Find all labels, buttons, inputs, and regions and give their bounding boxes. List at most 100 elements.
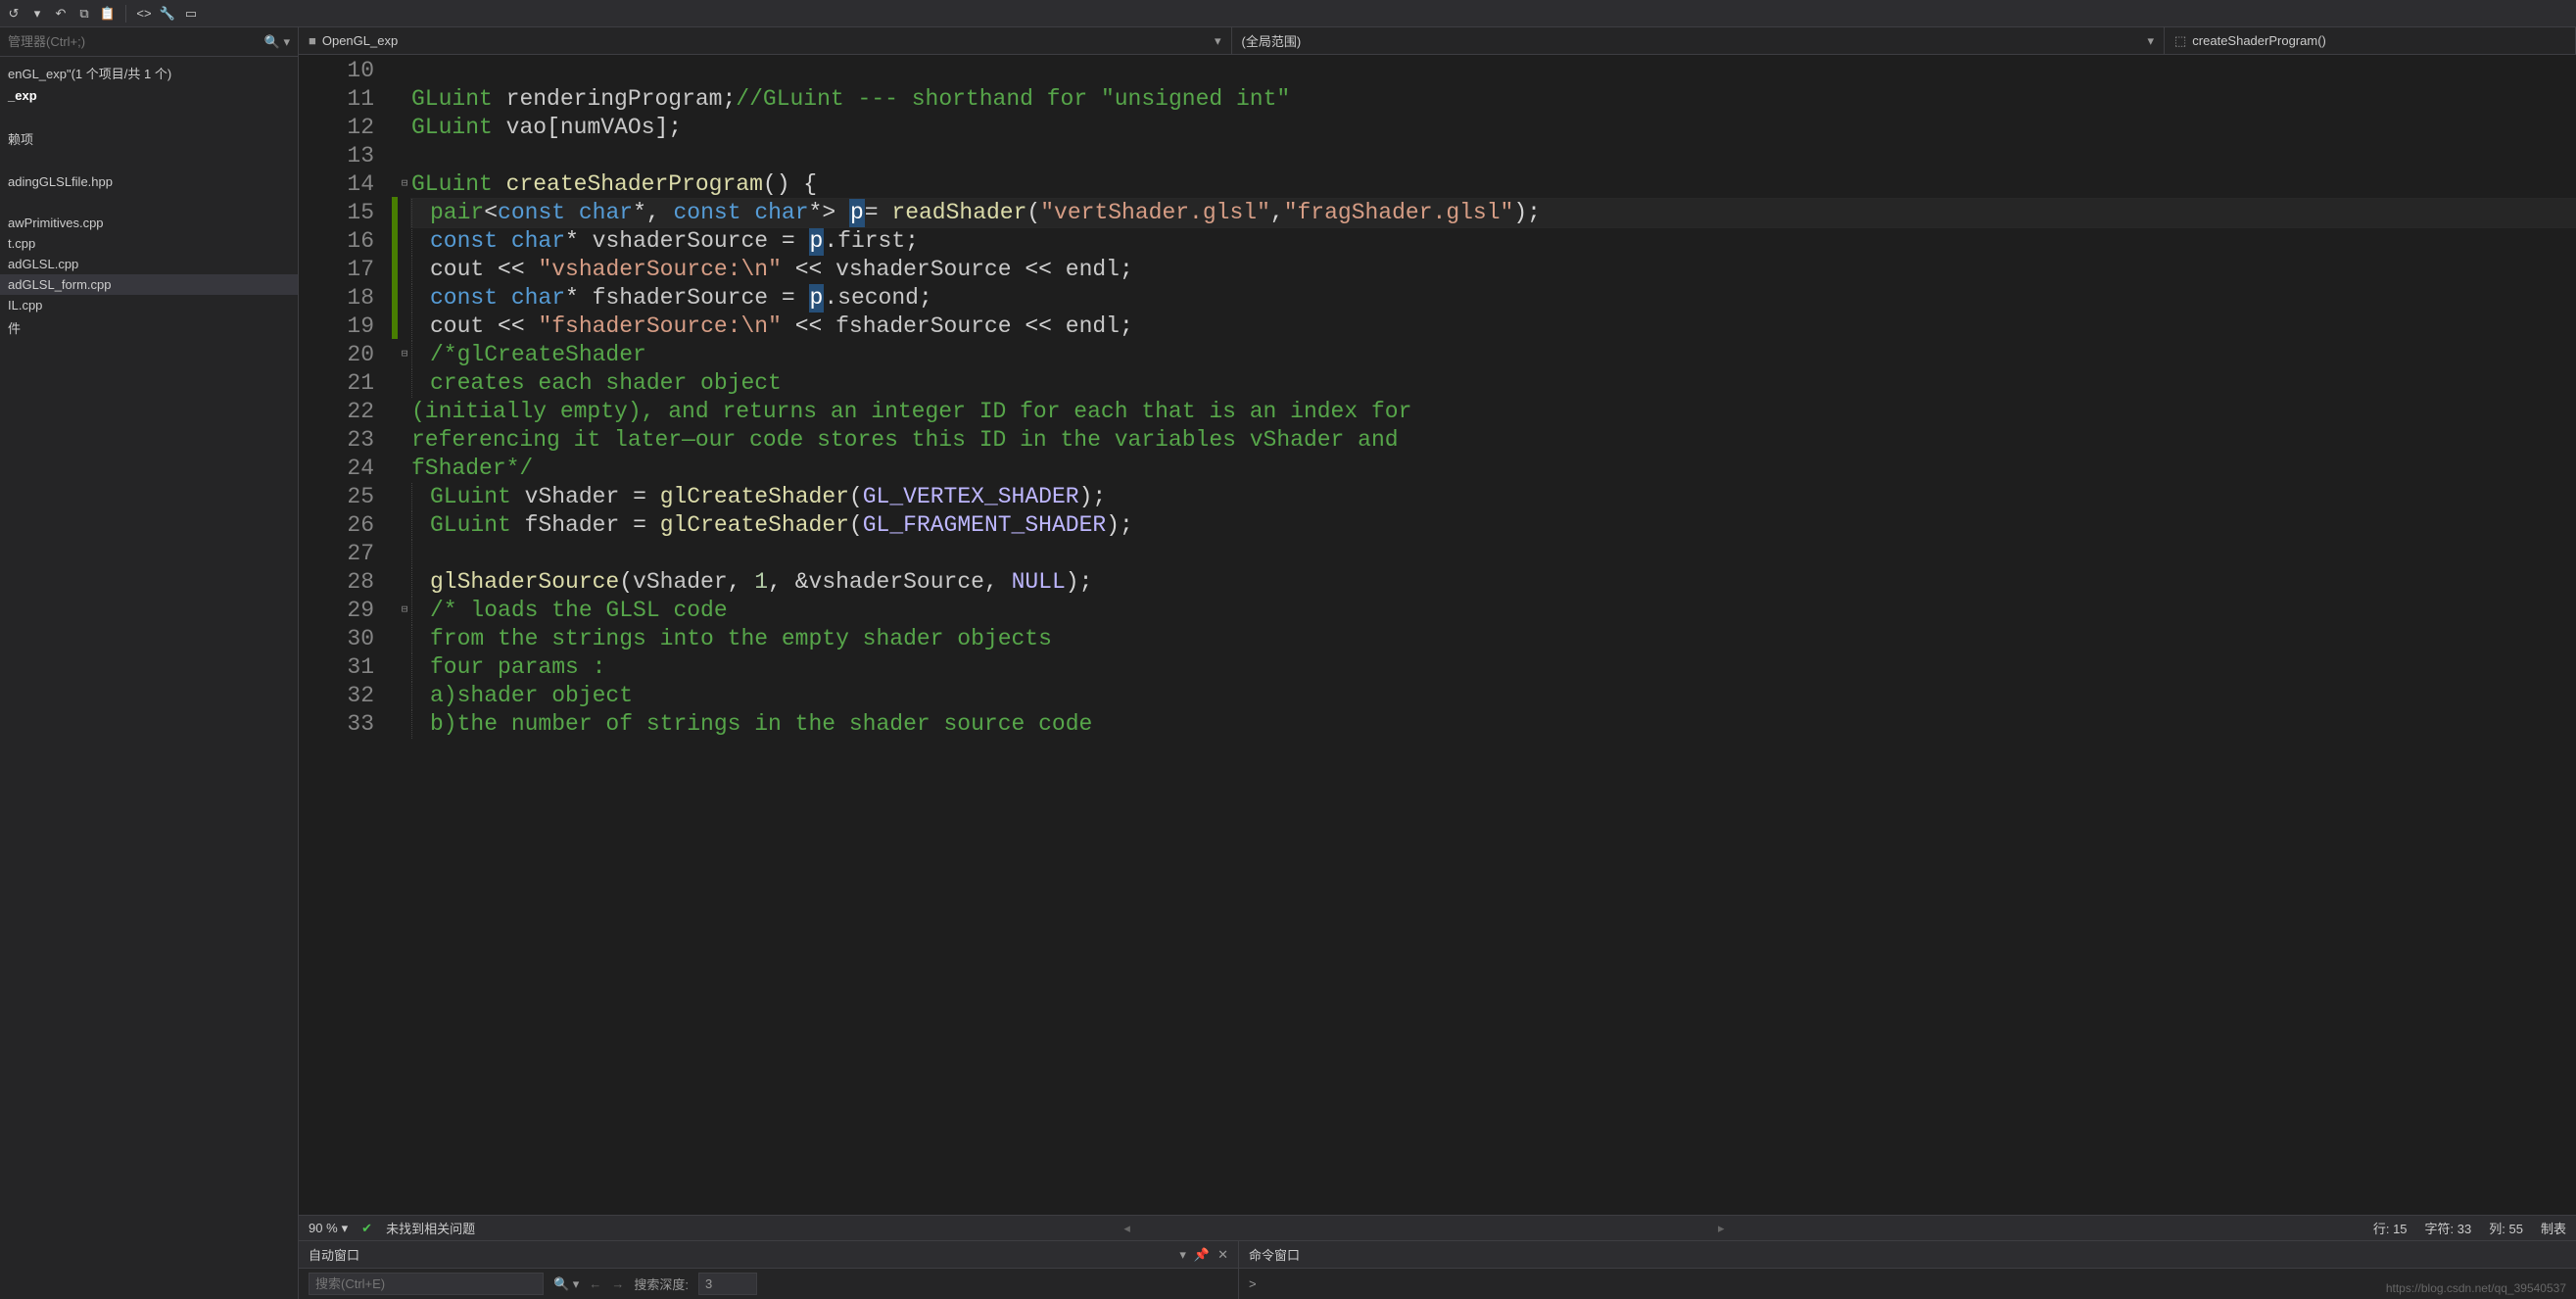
code-line[interactable]: glShaderSource(vShader, 1, &vshaderSourc… <box>411 568 2576 597</box>
code-line[interactable]: fShader*/ <box>411 455 2576 483</box>
tree-item[interactable] <box>0 106 298 126</box>
zoom-control[interactable]: 90 % ▾ <box>309 1221 348 1236</box>
fold-toggle <box>398 313 411 341</box>
autos-panel-title: 自动窗口 <box>309 1245 1171 1264</box>
code-line[interactable]: (initially empty), and returns an intege… <box>411 398 2576 426</box>
wrench-icon[interactable]: 🔧 <box>160 6 175 22</box>
depth-input[interactable] <box>698 1273 757 1295</box>
tree-item[interactable] <box>0 192 298 213</box>
pin-icon[interactable]: 📌 <box>1194 1247 1210 1263</box>
undo-icon[interactable]: ↶ <box>53 6 69 22</box>
dropdown-icon[interactable]: ▾ <box>29 6 45 22</box>
code-line[interactable]: GLuint vShader = glCreateShader(GL_VERTE… <box>411 483 2576 511</box>
nav-scope-dropdown[interactable]: (全局范围) ▾ <box>1232 27 2166 54</box>
tree-item[interactable]: adGLSL.cpp <box>0 254 298 274</box>
code-line[interactable]: GLuint fShader = glCreateShader(GL_FRAGM… <box>411 511 2576 540</box>
close-icon[interactable]: ✕ <box>1217 1247 1228 1263</box>
tree-item[interactable] <box>0 151 298 171</box>
fold-toggle[interactable]: ⊟ <box>398 170 411 199</box>
code-line[interactable]: GLuint vao[numVAOs]; <box>411 114 2576 142</box>
status-issues-label: 未找到相关问题 <box>386 1219 475 1237</box>
code-line[interactable] <box>411 540 2576 568</box>
fold-toggle[interactable]: ⊟ <box>398 597 411 625</box>
autos-panel-header: 自动窗口 ▾ 📌 ✕ <box>299 1241 1238 1269</box>
search-icon[interactable]: 🔍 ▾ <box>264 34 290 50</box>
code-line[interactable]: GLuint createShaderProgram() { <box>411 170 2576 199</box>
code-editor[interactable]: 1011121314151617181920212223242526272829… <box>299 55 2576 1215</box>
code-line[interactable]: GLuint renderingProgram;//GLuint --- sho… <box>411 85 2576 114</box>
code-line[interactable]: a)shader object <box>411 682 2576 710</box>
tree-item[interactable]: 赖项 <box>0 126 298 151</box>
fold-toggle <box>398 57 411 85</box>
editor-status-bar: 90 % ▾ ✔ 未找到相关问题 ◂▸ 行: 15 字符: 33 列: 55 制… <box>299 1215 2576 1240</box>
fold-toggle <box>398 568 411 597</box>
fold-toggle <box>398 426 411 455</box>
code-line[interactable]: pair<const char*, const char*> p= readSh… <box>411 199 2576 227</box>
search-icon[interactable]: 🔍 ▾ <box>553 1276 579 1292</box>
code-line[interactable]: cout << "vshaderSource:\n" << vshaderSou… <box>411 256 2576 284</box>
code-icon[interactable]: <> <box>136 6 152 22</box>
code-content[interactable]: GLuint renderingProgram;//GLuint --- sho… <box>411 55 2576 1215</box>
code-line[interactable] <box>411 142 2576 170</box>
autos-search-input[interactable] <box>309 1273 544 1295</box>
project-icon: ■ <box>309 33 316 48</box>
nav-forward-icon[interactable]: → <box>611 1276 624 1291</box>
code-line[interactable] <box>411 57 2576 85</box>
fold-toggle <box>398 85 411 114</box>
code-line[interactable]: referencing it later—our code stores thi… <box>411 426 2576 455</box>
fold-toggle <box>398 511 411 540</box>
command-prompt: > <box>1249 1276 1257 1291</box>
chevron-down-icon[interactable]: ▾ <box>1179 1247 1186 1263</box>
code-line[interactable]: b)the number of strings in the shader so… <box>411 710 2576 739</box>
nav-scope-label: (全局范围) <box>1242 31 1302 50</box>
nav-function-dropdown[interactable]: ⬚ createShaderProgram() <box>2165 27 2576 54</box>
fold-toggle[interactable]: ⊟ <box>398 341 411 369</box>
editor-area: ■ OpenGL_exp ▾ (全局范围) ▾ ⬚ createShaderPr… <box>299 27 2576 1299</box>
paste-icon[interactable]: 📋 <box>100 6 116 22</box>
nav-back-icon[interactable]: ← <box>589 1276 601 1291</box>
code-line[interactable]: four params : <box>411 653 2576 682</box>
history-icon[interactable]: ↺ <box>6 6 22 22</box>
zoom-value: 90 % <box>309 1221 338 1235</box>
editor-nav-row: ■ OpenGL_exp ▾ (全局范围) ▾ ⬚ createShaderPr… <box>299 27 2576 55</box>
tree-item[interactable]: enGL_exp"(1 个项目/共 1 个) <box>0 61 298 85</box>
separator <box>125 5 126 23</box>
toolbar: ↺ ▾ ↶ ⧉ 📋 <> 🔧 ▭ <box>0 0 2576 27</box>
solution-explorer: 🔍 ▾ enGL_exp"(1 个项目/共 1 个)_exp 赖项 adingG… <box>0 27 299 1299</box>
code-line[interactable]: /*glCreateShader <box>411 341 2576 369</box>
command-panel-body[interactable]: > <box>1239 1269 2576 1299</box>
command-panel-title: 命令窗口 <box>1249 1245 2566 1264</box>
fold-column[interactable]: ⊟ ⊟ ⊟ <box>398 55 411 1215</box>
code-line[interactable]: cout << "fshaderSource:\n" << fshaderSou… <box>411 313 2576 341</box>
code-line[interactable]: creates each shader object <box>411 369 2576 398</box>
fold-toggle <box>398 653 411 682</box>
autos-panel: 自动窗口 ▾ 📌 ✕ 🔍 ▾ ← → 搜索深度: <box>299 1241 1239 1299</box>
code-line[interactable]: const char* vshaderSource = p.first; <box>411 227 2576 256</box>
window-icon[interactable]: ▭ <box>183 6 199 22</box>
chevron-down-icon: ▾ <box>2147 33 2154 49</box>
status-ok-icon[interactable]: ✔ <box>361 1221 372 1236</box>
code-line[interactable]: const char* fshaderSource = p.second; <box>411 284 2576 313</box>
code-line[interactable]: from the strings into the empty shader o… <box>411 625 2576 653</box>
fold-toggle <box>398 142 411 170</box>
solution-tree[interactable]: enGL_exp"(1 个项目/共 1 个)_exp 赖项 adingGLSLf… <box>0 57 298 344</box>
copy-icon[interactable]: ⧉ <box>76 6 92 22</box>
nav-function-label: createShaderProgram() <box>2192 33 2326 48</box>
tree-item[interactable]: 件 <box>0 315 298 340</box>
tree-item[interactable]: _exp <box>0 85 298 106</box>
tree-item[interactable]: adingGLSLfile.hpp <box>0 171 298 192</box>
fold-toggle <box>398 369 411 398</box>
tree-item[interactable]: t.cpp <box>0 233 298 254</box>
code-line[interactable]: /* loads the GLSL code <box>411 597 2576 625</box>
depth-label: 搜索深度: <box>634 1275 689 1293</box>
tree-item[interactable]: awPrimitives.cpp <box>0 213 298 233</box>
fold-toggle <box>398 455 411 483</box>
sidebar-search-input[interactable] <box>8 34 264 49</box>
tree-item[interactable]: IL.cpp <box>0 295 298 315</box>
nav-project-dropdown[interactable]: ■ OpenGL_exp ▾ <box>299 27 1232 54</box>
chevron-down-icon: ▾ <box>1215 33 1221 49</box>
h-scroll[interactable]: ◂▸ <box>489 1221 2360 1236</box>
watermark: https://blog.csdn.net/qq_39540537 <box>2386 1281 2566 1295</box>
tree-item[interactable]: adGLSL_form.cpp <box>0 274 298 295</box>
main-area: 🔍 ▾ enGL_exp"(1 个项目/共 1 个)_exp 赖项 adingG… <box>0 27 2576 1299</box>
